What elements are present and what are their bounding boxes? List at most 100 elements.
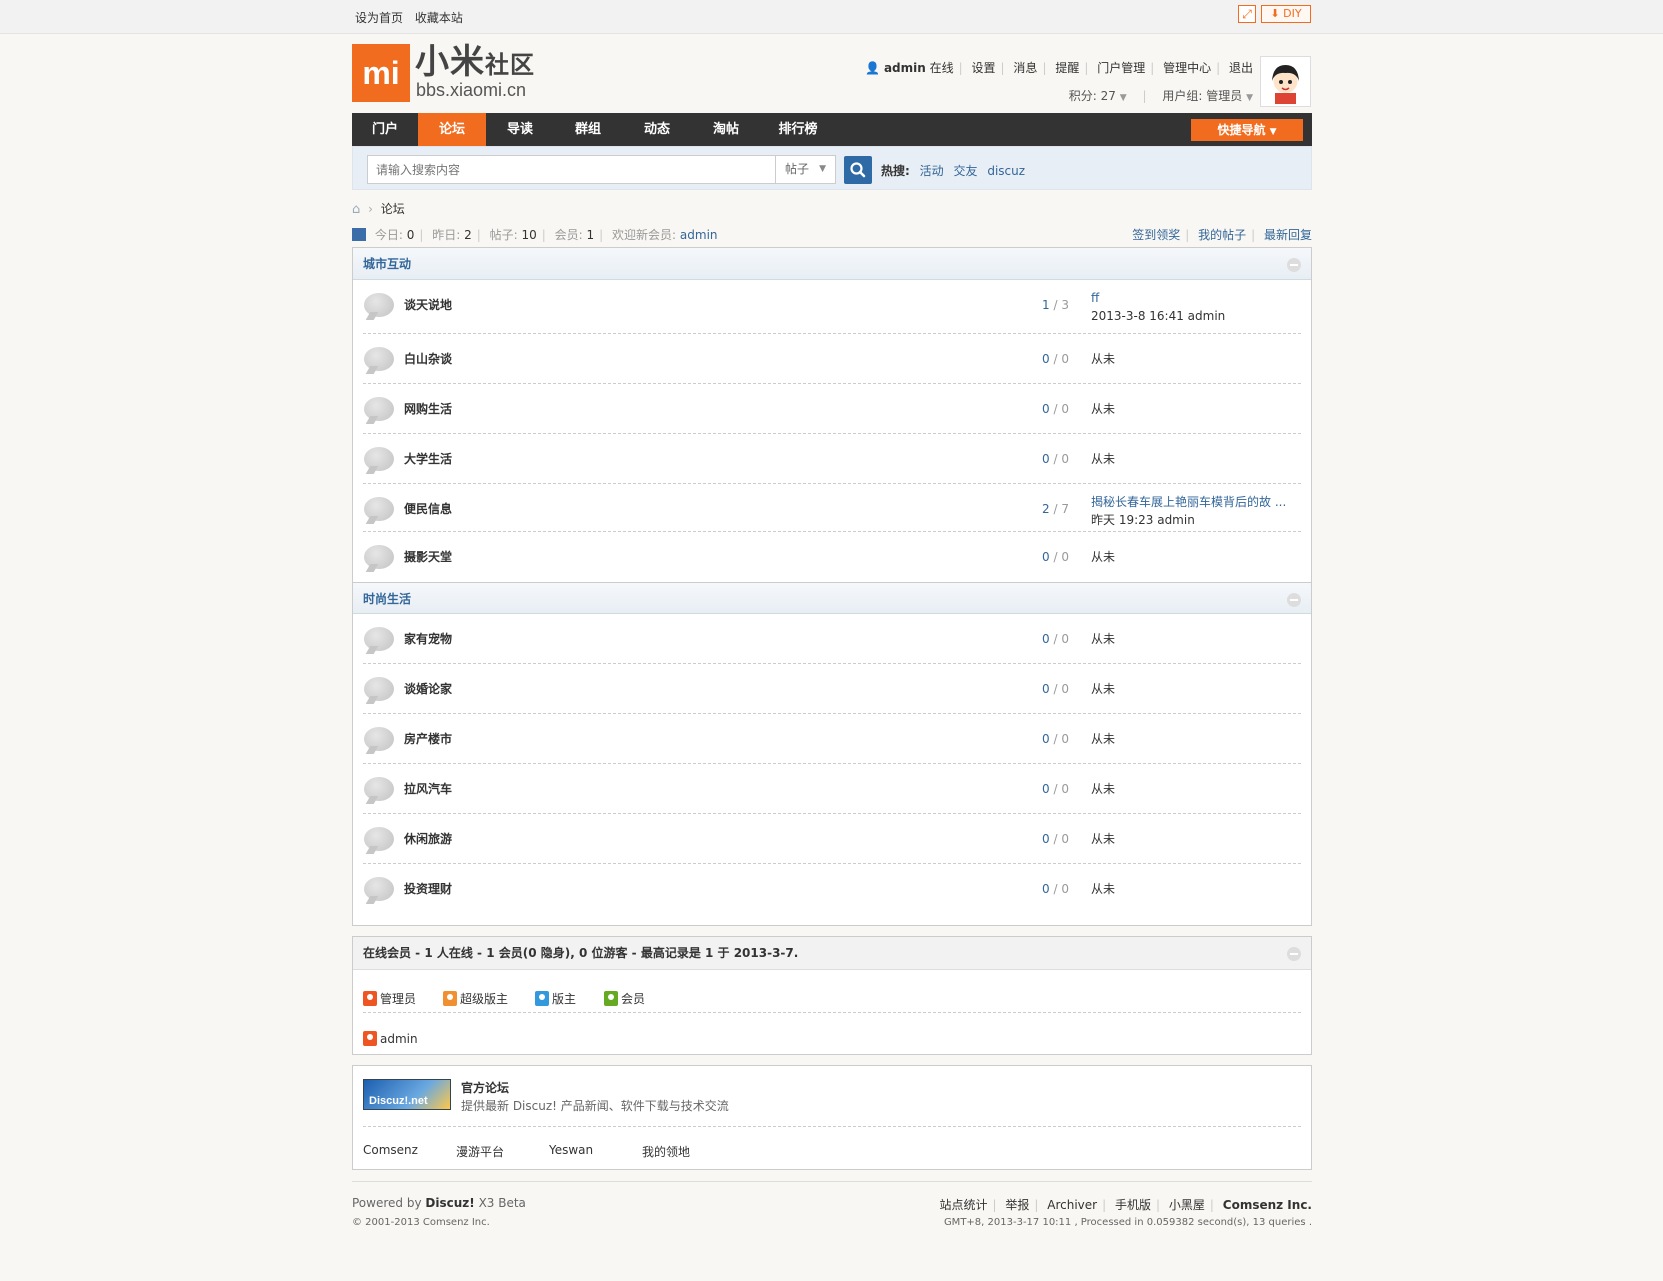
- latest-replies-link[interactable]: 最新回复: [1264, 228, 1312, 242]
- count-separator: /: [1049, 832, 1062, 846]
- members-count: 1: [586, 228, 595, 242]
- diy-button[interactable]: ⬇ DIY: [1261, 5, 1311, 23]
- group-label: 用户组: 管理员: [1162, 89, 1243, 103]
- friend-link[interactable]: 漫游平台: [456, 1143, 504, 1160]
- footer-link-mobile[interactable]: 手机版: [1115, 1198, 1151, 1212]
- username-link[interactable]: admin: [884, 61, 926, 75]
- forum-name[interactable]: 摄影天堂: [404, 532, 452, 582]
- post-count: 7: [1061, 502, 1069, 516]
- forum-row[interactable]: 家有宠物 0 / 0 从未: [363, 614, 1301, 664]
- discuz-logo[interactable]: Discuz!.net: [363, 1079, 451, 1110]
- nav-item-feed[interactable]: 动态: [622, 113, 692, 146]
- my-posts-link[interactable]: 我的帖子: [1198, 228, 1246, 242]
- friend-link[interactable]: 我的领地: [642, 1143, 690, 1160]
- forum-name[interactable]: 便民信息: [404, 484, 452, 534]
- logo-url: bbs.xiaomi.cn: [416, 80, 527, 100]
- nav-item-forum[interactable]: 论坛: [418, 113, 486, 146]
- stats-chart-icon: [352, 228, 366, 241]
- online-header[interactable]: 在线会员 - 1 人在线 - 1 会员(0 隐身), 0 位游客 - 最高记录是…: [353, 937, 1311, 970]
- nav-item-groups[interactable]: 群组: [554, 113, 622, 146]
- newest-member-link[interactable]: admin: [680, 228, 718, 242]
- quick-nav-button[interactable]: 快捷导航 ▼: [1191, 119, 1303, 141]
- last-post-title-link[interactable]: 揭秘长春车展上艳丽车模背后的故 ...: [1091, 493, 1286, 511]
- forum-bubble-icon: [364, 877, 394, 901]
- nav-item-portal[interactable]: 门户: [352, 113, 418, 146]
- forum-name[interactable]: 白山杂谈: [404, 334, 452, 384]
- footer-link-report[interactable]: 举报: [1005, 1198, 1029, 1212]
- product-link[interactable]: Discuz!: [425, 1196, 474, 1210]
- divider: [363, 1012, 1301, 1013]
- logo-name-main: 小米: [415, 42, 485, 82]
- forum-row[interactable]: 房产楼市 0 / 0 从未: [363, 714, 1301, 764]
- user-link-settings[interactable]: 设置: [972, 61, 996, 75]
- forum-name[interactable]: 休闲旅游: [404, 814, 452, 864]
- user-link-portal-admin[interactable]: 门户管理: [1097, 61, 1145, 75]
- forum-row[interactable]: 休闲旅游 0 / 0 从未: [363, 814, 1301, 864]
- footer-link-archiver[interactable]: Archiver: [1047, 1198, 1097, 1212]
- forum-name[interactable]: 谈婚论家: [404, 664, 452, 714]
- search-input[interactable]: [367, 155, 776, 184]
- thread-count: 0: [1042, 782, 1050, 796]
- group-menu[interactable]: 用户组: 管理员 ▼: [1162, 89, 1253, 103]
- last-post-title-link[interactable]: ff: [1091, 289, 1225, 307]
- category-forums: 家有宠物 0 / 0 从未 谈婚论家 0 / 0 从未 房产楼市 0 / 0 从未 拉风汽车 0 /…: [353, 614, 1311, 914]
- logo-mark[interactable]: mi: [352, 44, 410, 102]
- forum-name[interactable]: 网购生活: [404, 384, 452, 434]
- last-post-never: 从未: [1091, 402, 1116, 416]
- category-header[interactable]: 时尚生活: [353, 582, 1311, 614]
- nav-item-collection[interactable]: 淘帖: [692, 113, 760, 146]
- footer-company-link[interactable]: Comsenz Inc.: [1223, 1198, 1312, 1212]
- forum-row[interactable]: 便民信息 2 / 7 揭秘长春车展上艳丽车模背后的故 ... 昨天 19:23 adm…: [363, 484, 1301, 532]
- hot-link-friends[interactable]: 交友: [953, 164, 977, 178]
- forum-name[interactable]: 投资理财: [404, 864, 452, 914]
- expand-icon[interactable]: ⤢: [1238, 5, 1256, 23]
- friend-link[interactable]: Yeswan: [549, 1143, 593, 1157]
- forum-bubble-icon: [364, 777, 394, 801]
- search-type-select[interactable]: 帖子 ▼: [776, 155, 836, 184]
- points-menu[interactable]: 积分: 27 ▼: [1069, 89, 1127, 103]
- collapse-icon[interactable]: [1287, 258, 1301, 272]
- user-link-admin-center[interactable]: 管理中心: [1163, 61, 1211, 75]
- forum-name[interactable]: 大学生活: [404, 434, 452, 484]
- set-home-link[interactable]: 设为首页: [355, 11, 403, 25]
- signin-link[interactable]: 签到领奖: [1132, 228, 1180, 242]
- chevron-down-icon: ▼: [1119, 93, 1127, 103]
- avatar[interactable]: [1260, 56, 1311, 107]
- forum-name[interactable]: 房产楼市: [404, 714, 452, 764]
- user-link-notices[interactable]: 提醒: [1055, 61, 1079, 75]
- friend-link[interactable]: Comsenz: [363, 1143, 418, 1157]
- forum-name[interactable]: 拉风汽车: [404, 764, 452, 814]
- forum-row[interactable]: 投资理财 0 / 0 从未: [363, 864, 1301, 914]
- category-header[interactable]: 城市互动: [353, 248, 1311, 280]
- forum-row[interactable]: 谈婚论家 0 / 0 从未: [363, 664, 1301, 714]
- user-link-logout[interactable]: 退出: [1229, 61, 1253, 75]
- hot-link-discuz[interactable]: discuz: [987, 164, 1025, 178]
- forum-name[interactable]: 谈天说地: [404, 280, 452, 330]
- forum-row[interactable]: 摄影天堂 0 / 0 从未: [363, 532, 1301, 582]
- footer-link-blacklist[interactable]: 小黑屋: [1169, 1198, 1205, 1212]
- collapse-icon[interactable]: [1287, 947, 1301, 961]
- legend-label: 版主: [552, 992, 577, 1006]
- hot-link-activity[interactable]: 活动: [920, 164, 944, 178]
- collapse-icon[interactable]: [1287, 593, 1301, 607]
- nav-item-ranking[interactable]: 排行榜: [760, 113, 836, 146]
- forum-row[interactable]: 拉风汽车 0 / 0 从未: [363, 764, 1301, 814]
- forum-list: 城市互动 谈天说地 1 / 3 ff 2013-3-8 16:41 admin 白山杂谈…: [352, 247, 1312, 926]
- official-forum-title[interactable]: 官方论坛: [461, 1079, 509, 1096]
- posts-count: 10: [521, 228, 537, 242]
- online-user[interactable]: admin: [363, 1031, 418, 1046]
- search-button[interactable]: [844, 156, 872, 184]
- forum-row[interactable]: 大学生活 0 / 0 从未: [363, 434, 1301, 484]
- user-link-messages[interactable]: 消息: [1013, 61, 1037, 75]
- forum-name[interactable]: 家有宠物: [404, 614, 452, 664]
- nav-item-guide[interactable]: 导读: [486, 113, 554, 146]
- forum-row[interactable]: 网购生活 0 / 0 从未: [363, 384, 1301, 434]
- forum-row[interactable]: 谈天说地 1 / 3 ff 2013-3-8 16:41 admin: [363, 280, 1301, 334]
- post-count: 3: [1061, 298, 1069, 312]
- footer-link-stats[interactable]: 站点统计: [939, 1198, 987, 1212]
- bookmark-link[interactable]: 收藏本站: [415, 11, 463, 25]
- home-icon[interactable]: ⌂: [352, 202, 360, 217]
- logo-name[interactable]: 小米社区: [415, 42, 535, 85]
- user-stats: 积分: 27 ▼ | 用户组: 管理员 ▼: [1068, 89, 1253, 103]
- forum-row[interactable]: 白山杂谈 0 / 0 从未: [363, 334, 1301, 384]
